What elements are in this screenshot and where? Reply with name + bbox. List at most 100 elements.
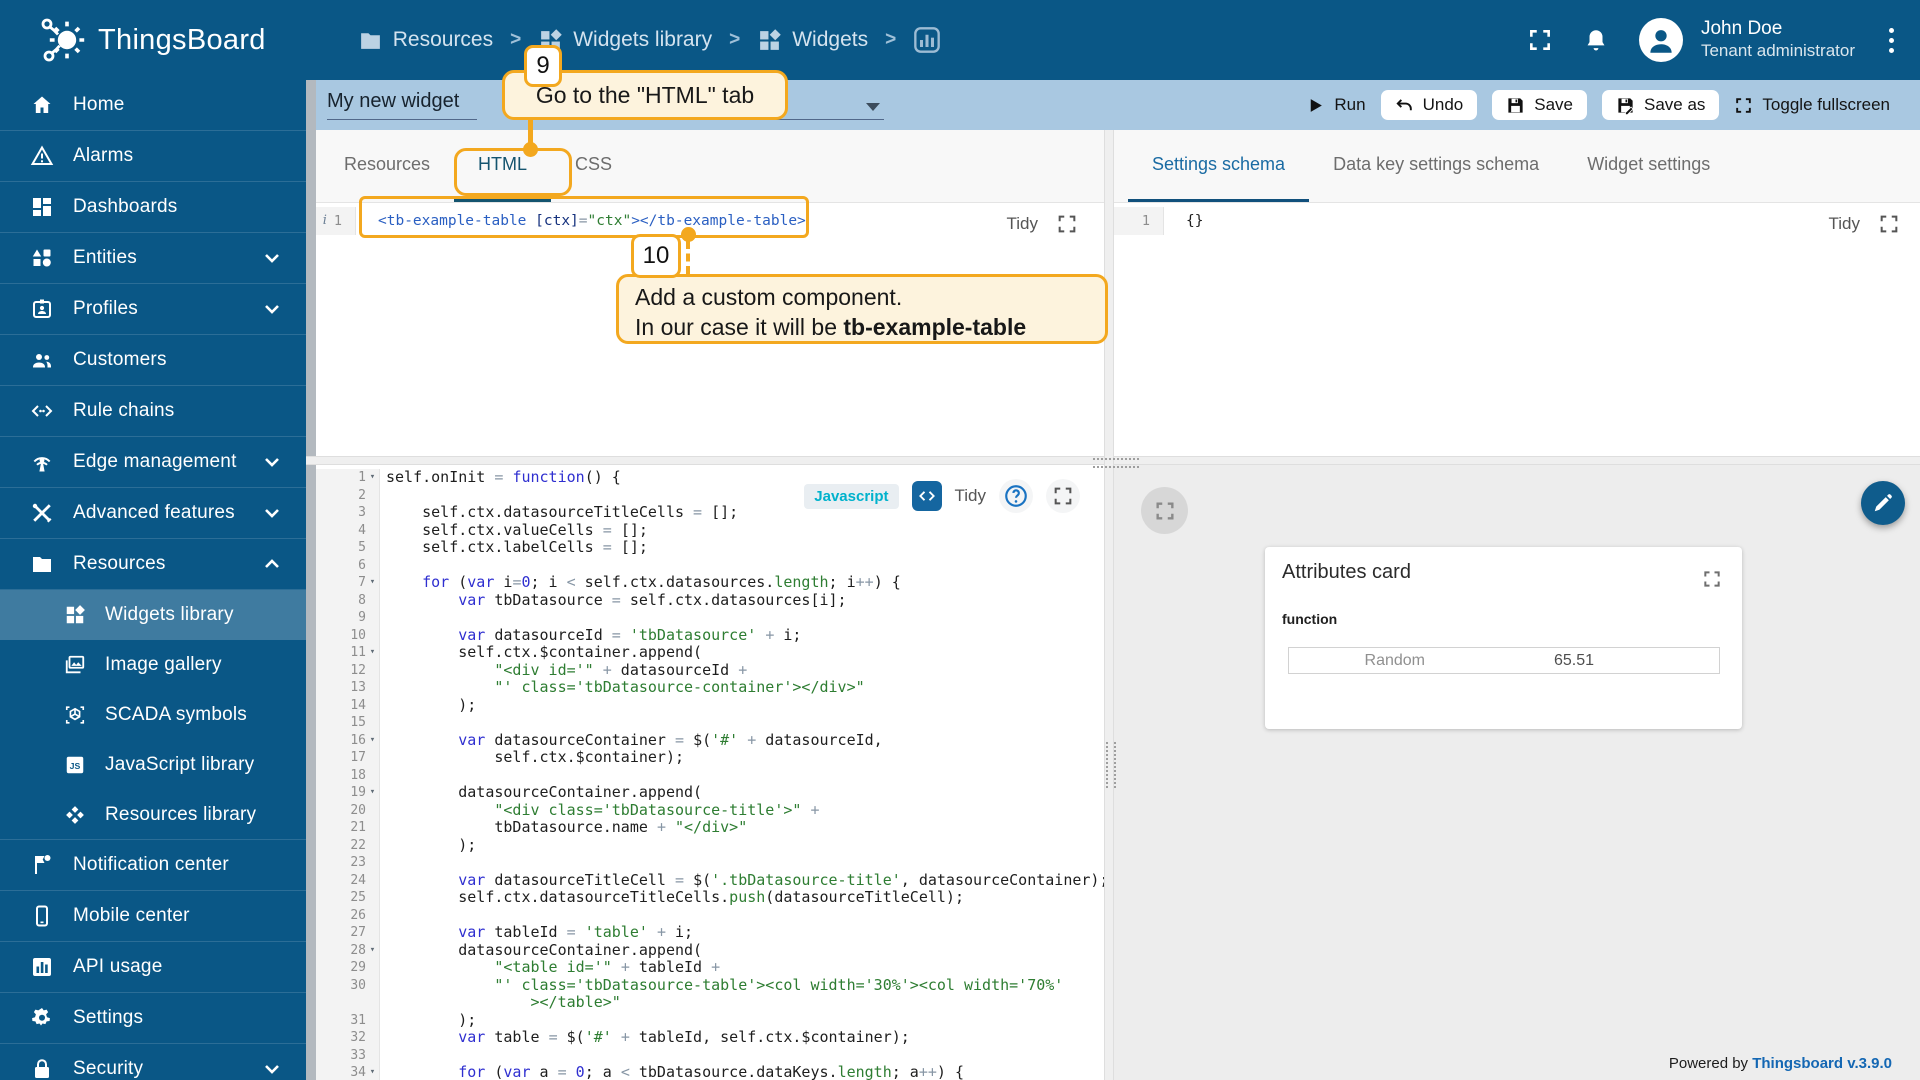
sidebar-item-scada-symbols[interactable]: SCADA symbols — [0, 690, 306, 740]
code-line: 8 var tbDatasource = self.ctx.datasource… — [306, 592, 1104, 610]
home-icon — [30, 93, 54, 117]
sidebar-item-label: Advanced features — [73, 502, 235, 524]
sidebar-item-resources[interactable]: Resources — [0, 539, 306, 590]
attributes-card-widget: Attributes card function Random 65.51 — [1265, 547, 1742, 729]
run-button[interactable]: Run — [1306, 95, 1365, 115]
breadcrumb-item-widget-type[interactable] — [913, 26, 941, 54]
sidebar-item-settings[interactable]: Settings — [0, 993, 306, 1044]
tab-css[interactable]: CSS — [551, 130, 636, 202]
app-logo[interactable]: ThingsBoard — [40, 16, 266, 64]
code-line: 18 — [306, 767, 1104, 785]
diamonds-icon — [64, 804, 86, 826]
sidebar-item-customers[interactable]: Customers — [0, 335, 306, 386]
tab-label: HTML — [478, 154, 527, 175]
preview-fullscreen-button[interactable] — [1141, 487, 1188, 534]
code-line: i1<tb-example-table [ctx]="ctx"></tb-exa… — [306, 207, 1104, 235]
code-line: 10 var datasourceId = 'tbDatasource' + i… — [306, 627, 1104, 645]
js-code-editor[interactable]: 1▾self.onInit = function() {23 self.ctx.… — [306, 465, 1104, 1080]
powered-by-text: Powered by — [1669, 1055, 1752, 1072]
splitter-handle[interactable] — [1093, 458, 1139, 468]
sidebar-item-home[interactable]: Home — [0, 80, 306, 131]
sidebar-item-edge-management[interactable]: Edge management — [0, 437, 306, 488]
vertical-splitter[interactable] — [1104, 130, 1114, 1080]
js-editor-controls: Javascript Tidy — [804, 479, 1080, 513]
html-code-editor[interactable]: i1<tb-example-table [ctx]="ctx"></tb-exa… — [306, 203, 1104, 459]
breadcrumb-label: Widgets library — [573, 28, 712, 52]
content-scrollbar[interactable] — [306, 80, 316, 1080]
tidy-button[interactable]: Tidy — [1829, 214, 1861, 234]
widget-title-input[interactable]: My new widget — [327, 90, 477, 120]
code-line: 11▾ self.ctx.$container.append( — [306, 644, 1104, 662]
sidebar-item-label: Mobile center — [73, 905, 190, 927]
sidebar-item-profiles[interactable]: Profiles — [0, 284, 306, 335]
tab-data-key-settings-schema[interactable]: Data key settings schema — [1309, 130, 1563, 202]
widget-card-title: Attributes card — [1282, 561, 1411, 584]
notifications-bell-icon[interactable] — [1583, 27, 1609, 53]
tab-widget-settings[interactable]: Widget settings — [1563, 130, 1734, 202]
save-as-icon — [1616, 96, 1635, 115]
editor-fullscreen-icon[interactable] — [1878, 213, 1900, 235]
widgets-icon — [64, 604, 86, 626]
sidebar-item-notification-center[interactable]: Notification center — [0, 840, 306, 891]
edit-widget-fab[interactable] — [1861, 481, 1905, 525]
code-line: 19▾ datasourceContainer.append( — [306, 784, 1104, 802]
sidebar-item-image-gallery[interactable]: Image gallery — [0, 640, 306, 690]
sidebar-item-label: Settings — [73, 1007, 143, 1029]
tidy-button[interactable]: Tidy — [955, 486, 987, 506]
fullscreen-icon[interactable] — [1527, 27, 1553, 53]
undo-label: Undo — [1423, 95, 1464, 115]
code-toggle-button[interactable] — [912, 481, 942, 511]
code-line: 16▾ var datasourceContainer = $('#' + da… — [306, 732, 1104, 750]
chart-badge-icon — [913, 26, 941, 54]
tab-label: Resources — [344, 154, 430, 175]
sidebar-item-javascript-library[interactable]: JSJavaScript library — [0, 740, 306, 790]
sidebar-item-dashboards[interactable]: Dashboards — [0, 182, 306, 233]
save-button[interactable]: Save — [1492, 90, 1587, 120]
toggle-fullscreen-button[interactable]: Toggle fullscreen — [1734, 95, 1890, 115]
code-line: 25 self.ctx.datasourceTitleCells.push(da… — [306, 889, 1104, 907]
flag-icon — [30, 853, 54, 877]
tab-resources[interactable]: Resources — [320, 130, 454, 202]
card-fullscreen-icon[interactable] — [1702, 569, 1722, 589]
breadcrumb-item-widgets-library[interactable]: Widgets library — [538, 28, 712, 53]
sidebar-item-api-usage[interactable]: API usage — [0, 942, 306, 993]
sidebar-item-mobile-center[interactable]: Mobile center — [0, 891, 306, 942]
tab-html[interactable]: HTML — [454, 130, 551, 202]
breadcrumb-label: Widgets — [792, 28, 868, 52]
sidebar-item-label: Home — [73, 94, 124, 116]
bar-chart-square-icon — [30, 955, 54, 979]
html-editor-tabbar: Resources HTML CSS — [306, 130, 1104, 203]
help-button[interactable] — [999, 479, 1033, 513]
sidebar-item-widgets-library[interactable]: Widgets library — [0, 590, 306, 640]
kebab-menu-icon[interactable] — [1885, 24, 1898, 57]
sidebar-item-security[interactable]: Security — [0, 1044, 306, 1080]
antenna-icon — [30, 450, 54, 474]
code-line: ></table>" — [306, 994, 1104, 1012]
code-line: 7▾ for (var i=0; i < self.ctx.datasource… — [306, 574, 1104, 592]
avatar[interactable] — [1639, 18, 1683, 62]
code-line: 15 — [306, 714, 1104, 732]
phone-icon — [30, 904, 54, 928]
breadcrumb-item-widgets[interactable]: Widgets — [757, 28, 868, 53]
code-line: 33 — [306, 1047, 1104, 1065]
editor-fullscreen-button[interactable] — [1046, 479, 1080, 513]
sidebar-item-resources-library[interactable]: Resources library — [0, 790, 306, 840]
editor-fullscreen-icon[interactable] — [1056, 213, 1078, 235]
cube-icon — [64, 704, 86, 726]
sidebar-item-advanced-features[interactable]: Advanced features — [0, 488, 306, 539]
sidebar-item-entities[interactable]: Entities — [0, 233, 306, 284]
schema-code-editor[interactable]: 1{} — [1114, 203, 1920, 459]
code-line: 20 "<div class='tbDatasource-title'>" + — [306, 802, 1104, 820]
tidy-button[interactable]: Tidy — [1007, 214, 1039, 234]
save-as-button[interactable]: Save as — [1602, 90, 1719, 120]
thingsboard-version-link[interactable]: Thingsboard v.3.9.0 — [1752, 1055, 1892, 1072]
undo-button[interactable]: Undo — [1381, 90, 1478, 120]
breadcrumb-item-resources[interactable]: Resources — [358, 28, 493, 53]
save-label: Save — [1534, 95, 1573, 115]
widget-type-select[interactable]: Latest values — [654, 90, 884, 120]
tab-settings-schema[interactable]: Settings schema — [1128, 130, 1309, 202]
sidebar-item-alarms[interactable]: Alarms — [0, 131, 306, 182]
splitter-handle[interactable] — [1106, 742, 1116, 788]
code-line: 32 var table = $('#' + tableId, self.ctx… — [306, 1029, 1104, 1047]
sidebar-item-rule-chains[interactable]: Rule chains — [0, 386, 306, 437]
